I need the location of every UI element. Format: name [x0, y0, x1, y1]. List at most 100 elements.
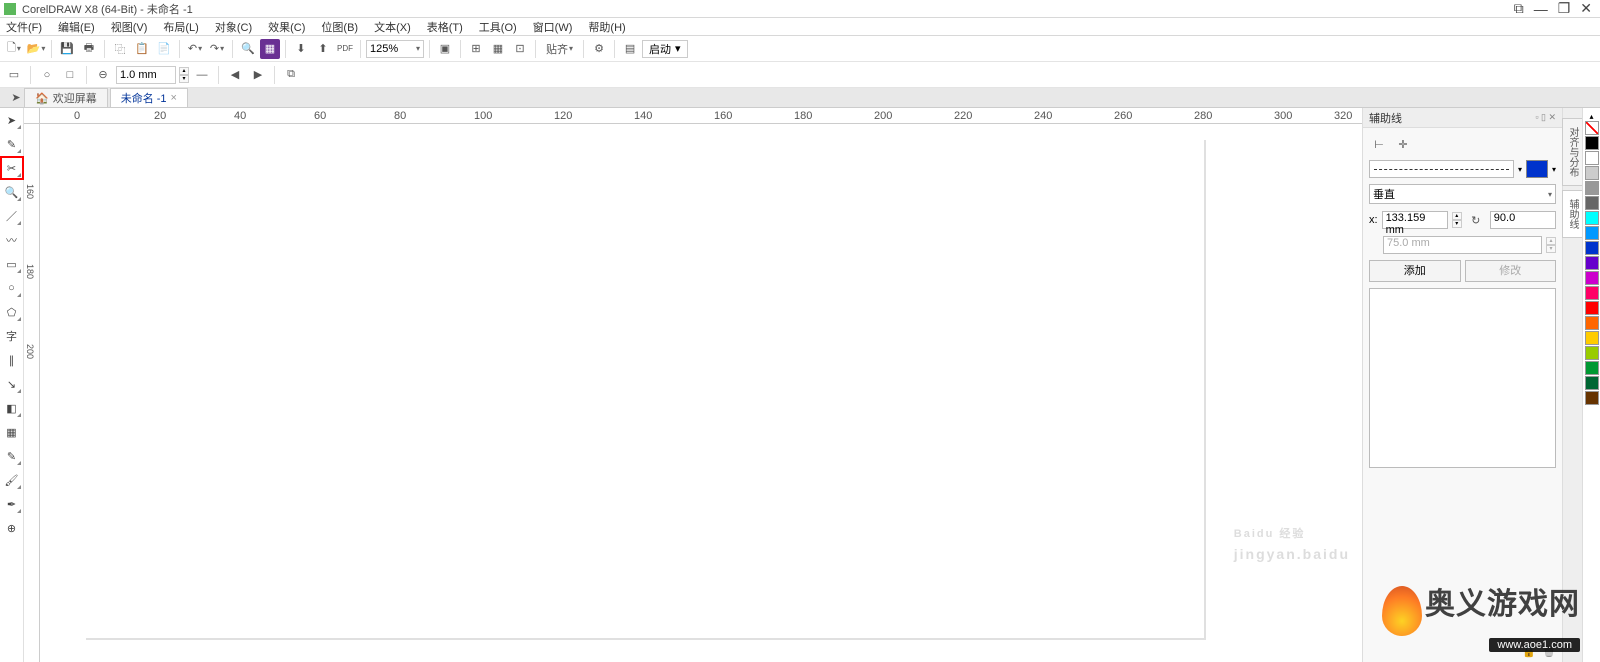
options-button[interactable]: ⚙ [589, 39, 609, 59]
x-spinners[interactable]: ▴▾ [1452, 212, 1462, 228]
minimize-button[interactable]: — [1534, 1, 1548, 17]
swatch[interactable] [1585, 316, 1599, 330]
menu-layout[interactable]: 布局(L) [163, 19, 198, 35]
import-button[interactable]: ⬇ [291, 39, 311, 59]
drawing-shape[interactable] [40, 124, 340, 274]
ellipse-tool[interactable]: ○ [2, 278, 22, 298]
swatch[interactable] [1585, 346, 1599, 360]
docker-controls[interactable]: ▫ ▯ ✕ [1535, 112, 1556, 123]
palette-up-icon[interactable]: ▴ [1589, 112, 1593, 121]
swatch[interactable] [1585, 331, 1599, 345]
ruler-corner[interactable] [24, 108, 40, 124]
paste-button[interactable]: 📋 [132, 39, 152, 59]
guide-h-icon[interactable]: ⊢ [1369, 134, 1389, 154]
swatch[interactable] [1585, 241, 1599, 255]
clipboard-button[interactable]: 📄 [154, 39, 174, 59]
grid-button[interactable]: ▦ [488, 39, 508, 59]
swatch[interactable] [1585, 391, 1599, 405]
search-button[interactable]: 🔍 [238, 39, 258, 59]
zoom-tool[interactable]: 🔍 [2, 182, 22, 202]
swatch[interactable] [1585, 196, 1599, 210]
guide-style[interactable] [1369, 160, 1514, 178]
guide-orientation[interactable]: 垂直 [1369, 184, 1556, 204]
menu-text[interactable]: 文本(X) [374, 19, 411, 35]
close-button[interactable]: ✕ [1580, 0, 1592, 17]
lock-icon[interactable]: 🔒 [1522, 645, 1536, 658]
outline-style-icon[interactable]: — [192, 65, 212, 85]
guide-color[interactable] [1526, 160, 1548, 178]
shape-tool[interactable]: ✎ [2, 134, 22, 154]
menu-table[interactable]: 表格(T) [427, 19, 463, 35]
menu-effects[interactable]: 效果(C) [268, 19, 305, 35]
menu-window[interactable]: 窗口(W) [533, 19, 573, 35]
copy-button[interactable]: ⿻ [110, 39, 130, 59]
crop-tool[interactable]: ✂ [2, 158, 22, 178]
shape-square-icon[interactable]: □ [60, 65, 80, 85]
menu-file[interactable]: 文件(F) [6, 19, 42, 35]
ruler-vertical[interactable]: 160 180 200 [24, 124, 40, 662]
shape-rect-icon[interactable]: ▭ [4, 65, 24, 85]
polygon-tool[interactable]: ⬠ [2, 302, 22, 322]
swatch[interactable] [1585, 376, 1599, 390]
add-guide-button[interactable]: 添加 [1369, 260, 1461, 282]
maximize-button[interactable]: ❐ [1558, 0, 1571, 17]
swatch[interactable] [1585, 301, 1599, 315]
swatch[interactable] [1585, 136, 1599, 150]
swatch[interactable] [1585, 361, 1599, 375]
wrap-icon[interactable]: ⧉ [281, 65, 301, 85]
dropshadow-tool[interactable]: ◧ [2, 398, 22, 418]
rulers-button[interactable]: ⊞ [466, 39, 486, 59]
menu-view[interactable]: 视图(V) [111, 19, 148, 35]
swatch[interactable] [1585, 151, 1599, 165]
options-icon[interactable]: ⧉ [1514, 0, 1524, 17]
swatch[interactable] [1585, 181, 1599, 195]
text-tool[interactable]: 字 [2, 326, 22, 346]
menu-bitmap[interactable]: 位图(B) [321, 19, 358, 35]
tab-close-icon[interactable]: × [171, 92, 177, 104]
angle-field[interactable]: 90.0 [1490, 211, 1556, 229]
export-button[interactable]: ⬆ [313, 39, 333, 59]
tab-active-doc[interactable]: 未命名 -1 × [110, 88, 188, 107]
ruler-horizontal[interactable]: 0 20 40 60 80 100 120 140 160 180 200 22… [40, 108, 1362, 124]
tab-welcome[interactable]: 🏠 欢迎屏幕 [24, 88, 108, 107]
swatch[interactable] [1585, 211, 1599, 225]
arrow-start-icon[interactable]: ◀ [225, 65, 245, 85]
pdf-button[interactable]: PDF [335, 39, 355, 59]
canvas[interactable]: 0 20 40 60 80 100 120 140 160 180 200 22… [24, 108, 1362, 662]
dock-tab-align[interactable]: 对齐与分布 [1562, 118, 1583, 186]
save-button[interactable]: 💾 [57, 39, 77, 59]
dock-tab-guides[interactable]: 辅助线 [1562, 190, 1583, 238]
swatch-none[interactable] [1585, 121, 1599, 135]
outline-tool[interactable]: ✒ [2, 494, 22, 514]
snap-dropdown[interactable]: 贴齐 [541, 39, 578, 59]
delete-icon[interactable]: 🗑 [1542, 645, 1556, 658]
pick-tool[interactable]: ➤ [2, 110, 22, 130]
parallel-tool[interactable]: ∥ [2, 350, 22, 370]
fill-tool[interactable]: 🖌 [2, 470, 22, 490]
menu-edit[interactable]: 编辑(E) [58, 19, 95, 35]
swatch[interactable] [1585, 226, 1599, 240]
transparency-tool[interactable]: ▦ [2, 422, 22, 442]
new-button[interactable]: 🗋 [4, 39, 24, 59]
swatch[interactable] [1585, 166, 1599, 180]
connector-tool[interactable]: ↘ [2, 374, 22, 394]
open-button[interactable]: 📂 [26, 39, 46, 59]
swatch[interactable] [1585, 256, 1599, 270]
guidelines-button[interactable]: ⊡ [510, 39, 530, 59]
undo-button[interactable]: ↶ [185, 39, 205, 59]
freehand-tool[interactable]: ／ [2, 206, 22, 226]
shape-ellipse-icon[interactable]: ○ [37, 65, 57, 85]
artistic-tool[interactable]: 〰 [2, 230, 22, 250]
plus-tool[interactable]: ⊕ [2, 518, 22, 538]
outline-width-field[interactable]: 1.0 mm [116, 66, 176, 84]
zoom-level[interactable]: 125% [366, 40, 424, 58]
rectangle-tool[interactable]: ▭ [2, 254, 22, 274]
x-value-field[interactable]: 133.159 mm [1382, 211, 1448, 229]
guide-list[interactable] [1369, 288, 1556, 468]
outline-width-spinners[interactable]: ▴▾ [179, 67, 189, 83]
menu-help[interactable]: 帮助(H) [588, 19, 625, 35]
start-button[interactable]: 启动 ▾ [642, 40, 688, 58]
print-button[interactable]: 🖶 [79, 39, 99, 59]
launch-icon[interactable]: ▤ [620, 39, 640, 59]
menu-tools[interactable]: 工具(O) [479, 19, 517, 35]
